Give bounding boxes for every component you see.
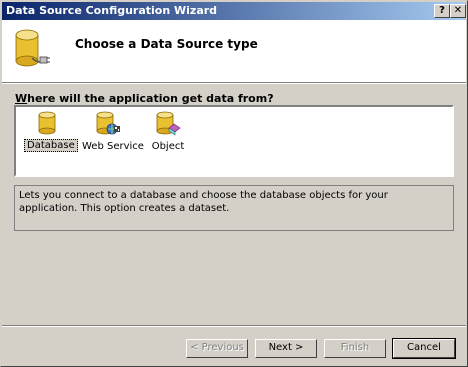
source-item-web-service[interactable]: Web Service: [80, 111, 144, 152]
wizard-window: Data Source Configuration Wizard ? ✕ Cho…: [0, 0, 468, 367]
page-title: Choose a Data Source type: [75, 37, 258, 51]
wizard-header: Choose a Data Source type: [2, 20, 466, 83]
question-text: here will the application get data from?: [27, 92, 274, 105]
source-question-label: Where will the application get data from…: [15, 92, 274, 105]
source-label-database: Database: [24, 139, 78, 152]
data-source-list: Database Web Service Object: [14, 105, 454, 177]
object-icon: [156, 111, 181, 136]
source-label-object: Object: [151, 141, 185, 152]
previous-button[interactable]: < Previous: [186, 339, 248, 358]
question-access-key: W: [15, 92, 28, 105]
window-title: Data Source Configuration Wizard: [6, 4, 218, 17]
title-bar[interactable]: Data Source Configuration Wizard ? ✕: [2, 2, 466, 20]
next-button[interactable]: Next >: [255, 339, 317, 358]
source-item-database[interactable]: Database: [24, 111, 78, 152]
header-divider: [2, 83, 466, 84]
source-item-object[interactable]: Object: [148, 111, 188, 152]
footer-divider: [2, 325, 466, 327]
source-label-web-service: Web Service: [82, 141, 144, 152]
source-description: Lets you connect to a database and choos…: [14, 185, 454, 231]
help-button[interactable]: ?: [434, 4, 450, 18]
web-service-icon: [96, 111, 120, 135]
data-source-icon: [15, 29, 50, 67]
finish-button[interactable]: Finish: [324, 339, 386, 358]
cancel-button[interactable]: Cancel: [392, 338, 456, 359]
database-icon: [38, 111, 56, 135]
close-button[interactable]: ✕: [450, 4, 466, 18]
